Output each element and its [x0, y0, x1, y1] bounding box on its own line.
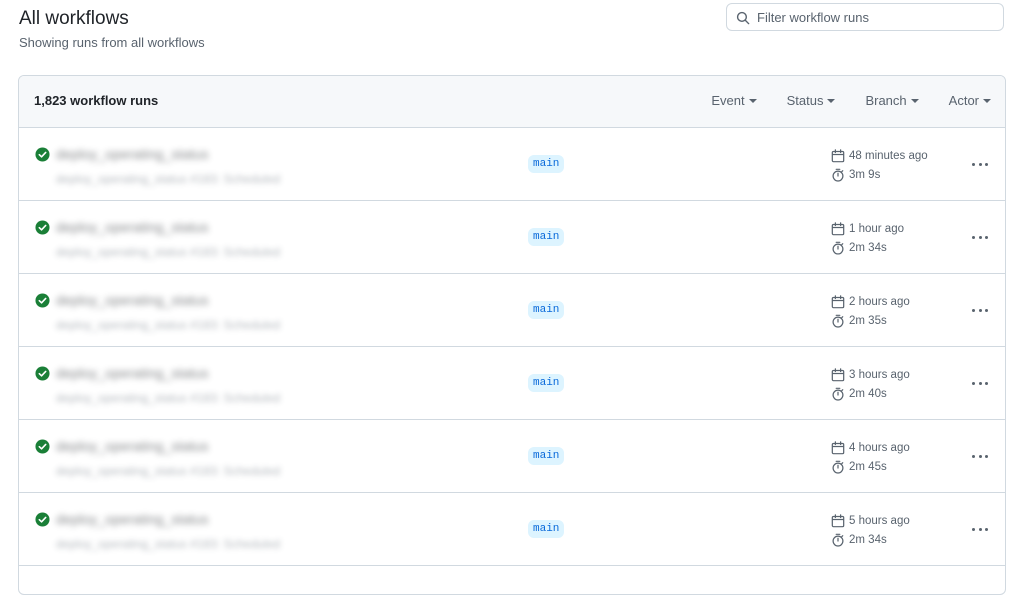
run-duration-text: 2m 45s — [849, 461, 887, 473]
search-icon — [736, 11, 750, 25]
status-filter-dropdown[interactable]: Status — [787, 93, 836, 108]
workflow-run-row[interactable]: deploy_operating_status deploy_operating… — [19, 128, 1005, 201]
run-time-text: 4 hours ago — [849, 442, 910, 454]
caret-down-icon — [748, 98, 757, 103]
run-started-time: 5 hours ago — [831, 514, 910, 528]
calendar-icon — [831, 222, 845, 236]
event-filter-label: Event — [711, 93, 745, 108]
run-time-text: 1 hour ago — [849, 223, 904, 235]
stopwatch-icon — [832, 314, 844, 328]
filter-runs-input[interactable] — [757, 7, 993, 27]
success-check-icon — [35, 366, 50, 381]
more-options-kebab-icon[interactable] — [970, 446, 990, 466]
branch-tag[interactable]: main — [528, 374, 565, 392]
stopwatch-icon — [832, 168, 844, 182]
run-time-text: 3 hours ago — [849, 369, 910, 381]
caret-down-icon — [827, 98, 836, 103]
calendar-icon — [831, 149, 845, 163]
run-started-time: 1 hour ago — [831, 222, 904, 236]
run-subtitle: deploy_operating_status #183: Scheduled — [56, 464, 281, 478]
more-options-kebab-icon[interactable] — [970, 154, 990, 174]
calendar-icon — [831, 514, 845, 528]
run-subtitle: deploy_operating_status #183: Scheduled — [56, 391, 281, 405]
branch-tag[interactable]: main — [528, 301, 565, 319]
branch-filter-label: Branch — [865, 93, 907, 108]
branch-tag[interactable]: main — [528, 228, 565, 246]
workflow-runs-list: 1,823 workflow runs Event Status Branch … — [18, 75, 1006, 595]
runs-list-header: 1,823 workflow runs Event Status Branch … — [19, 76, 1005, 128]
run-duration: 2m 40s — [831, 387, 887, 401]
more-options-kebab-icon[interactable] — [970, 519, 990, 539]
success-check-icon — [35, 512, 50, 527]
filter-runs-search[interactable] — [726, 3, 1004, 31]
run-started-time: 4 hours ago — [831, 441, 910, 455]
run-time-text: 2 hours ago — [849, 296, 910, 308]
run-subtitle: deploy_operating_status #183: Scheduled — [56, 537, 281, 551]
run-time-text: 5 hours ago — [849, 515, 910, 527]
caret-down-icon — [983, 98, 991, 103]
run-duration-text: 2m 35s — [849, 315, 887, 327]
success-check-icon — [35, 220, 50, 235]
success-check-icon — [35, 147, 50, 162]
run-started-time: 3 hours ago — [831, 368, 910, 382]
run-title-link[interactable]: deploy_operating_status — [56, 438, 209, 454]
run-title-link[interactable]: deploy_operating_status — [56, 146, 209, 162]
stopwatch-icon — [832, 460, 844, 474]
more-options-kebab-icon[interactable] — [970, 300, 990, 320]
more-options-kebab-icon[interactable] — [970, 373, 990, 393]
event-filter-dropdown[interactable]: Event — [711, 93, 757, 108]
workflow-run-row[interactable]: deploy_operating_status deploy_operating… — [19, 420, 1005, 493]
run-title-link[interactable]: deploy_operating_status — [56, 219, 209, 235]
run-title-link[interactable]: deploy_operating_status — [56, 511, 209, 527]
calendar-icon — [831, 295, 845, 309]
run-subtitle: deploy_operating_status #183: Scheduled — [56, 172, 281, 186]
caret-down-icon — [910, 98, 919, 103]
run-subtitle: deploy_operating_status #183: Scheduled — [56, 318, 281, 332]
stopwatch-icon — [832, 533, 844, 547]
runs-count: 1,823 workflow runs — [34, 93, 159, 108]
runs-rows: deploy_operating_status deploy_operating… — [19, 128, 1005, 566]
success-check-icon — [35, 439, 50, 454]
workflow-run-row[interactable]: deploy_operating_status deploy_operating… — [19, 493, 1005, 566]
status-filter-label: Status — [786, 93, 824, 108]
run-started-time: 2 hours ago — [831, 295, 910, 309]
stopwatch-icon — [832, 387, 844, 401]
branch-filter-dropdown[interactable]: Branch — [865, 93, 919, 108]
run-duration: 3m 9s — [831, 168, 880, 182]
actor-filter-dropdown[interactable]: Actor — [949, 93, 991, 108]
run-duration: 2m 45s — [831, 460, 887, 474]
branch-tag[interactable]: main — [528, 520, 565, 538]
workflow-run-row[interactable]: deploy_operating_status deploy_operating… — [19, 201, 1005, 274]
actor-filter-label: Actor — [948, 93, 979, 108]
run-duration-text: 2m 34s — [849, 242, 887, 254]
run-title-link[interactable]: deploy_operating_status — [56, 292, 209, 308]
run-duration: 2m 34s — [831, 533, 887, 547]
run-title-link[interactable]: deploy_operating_status — [56, 365, 209, 381]
page-subtitle: Showing runs from all workflows — [19, 35, 205, 50]
success-check-icon — [35, 293, 50, 308]
branch-tag[interactable]: main — [528, 447, 565, 465]
run-duration-text: 3m 9s — [849, 169, 881, 181]
run-time-text: 48 minutes ago — [849, 150, 928, 162]
run-duration: 2m 34s — [831, 241, 887, 255]
branch-tag[interactable]: main — [528, 155, 565, 173]
run-duration-text: 2m 40s — [849, 388, 887, 400]
stopwatch-icon — [832, 241, 844, 255]
page-title: All workflows — [19, 8, 129, 29]
workflow-run-row[interactable]: deploy_operating_status deploy_operating… — [19, 347, 1005, 420]
run-subtitle: deploy_operating_status #183: Scheduled — [56, 245, 281, 259]
run-duration: 2m 35s — [831, 314, 887, 328]
calendar-icon — [831, 368, 845, 382]
calendar-icon — [831, 441, 845, 455]
more-options-kebab-icon[interactable] — [970, 227, 990, 247]
run-duration-text: 2m 34s — [849, 534, 887, 546]
filter-bar: Event Status Branch Actor — [711, 93, 991, 108]
workflow-run-row[interactable]: deploy_operating_status deploy_operating… — [19, 274, 1005, 347]
run-started-time: 48 minutes ago — [831, 149, 928, 163]
